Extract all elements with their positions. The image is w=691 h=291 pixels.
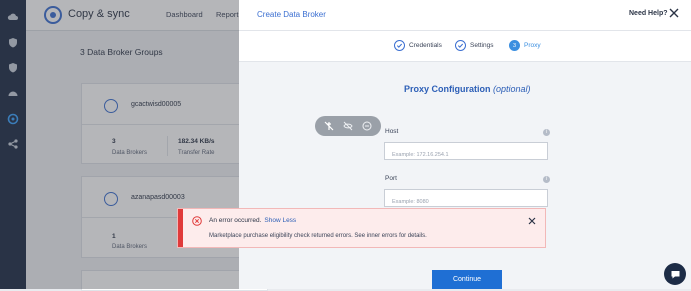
close-icon[interactable] [528, 217, 536, 225]
check-icon [394, 40, 405, 51]
chat-bubble-icon [671, 270, 679, 278]
section-optional-text: (optional) [493, 84, 531, 94]
error-stripe [178, 209, 183, 247]
panel-title: Create Data Broker [257, 10, 326, 19]
step-credentials[interactable]: Credentials [394, 40, 442, 51]
need-help-link[interactable]: Need Help? [629, 10, 668, 17]
step-label: Credentials [409, 42, 442, 49]
error-icon [192, 216, 202, 226]
step-label: Settings [470, 42, 494, 49]
info-icon[interactable]: i [543, 129, 550, 136]
show-less-link[interactable]: Show Less [264, 217, 296, 224]
close-icon[interactable] [669, 8, 679, 18]
proxy-configuration-title: Proxy Configuration (optional) [404, 84, 531, 94]
info-icon[interactable]: i [543, 176, 550, 183]
step-label: Proxy [524, 42, 541, 49]
port-field[interactable] [384, 189, 548, 210]
continue-button[interactable]: Continue [432, 270, 502, 289]
floating-toolbar [315, 116, 381, 136]
host-field[interactable] [384, 142, 548, 163]
error-message: Marketplace purchase eligibility check r… [209, 233, 427, 239]
host-input[interactable] [385, 147, 547, 163]
step-proxy[interactable]: 3 Proxy [509, 40, 541, 51]
error-title: An error occurred. Show Less [209, 217, 296, 224]
chat-button[interactable] [664, 263, 686, 285]
port-label: Port [385, 175, 397, 182]
section-title-text: Proxy Configuration [404, 84, 491, 94]
wizard-steps: Credentials Settings 3 Proxy [239, 31, 691, 62]
panel-header: Create Data Broker Need Help? [239, 0, 691, 31]
error-title-text: An error occurred. [209, 217, 262, 224]
minus-circle-icon[interactable] [362, 121, 372, 131]
error-toast: An error occurred. Show Less Marketplace … [177, 208, 546, 248]
step-settings[interactable]: Settings [455, 40, 494, 51]
hide-icon[interactable] [343, 121, 353, 131]
pin-off-icon[interactable] [324, 121, 334, 131]
host-label: Host [385, 128, 399, 135]
check-icon [455, 40, 466, 51]
step-number: 3 [509, 40, 520, 51]
